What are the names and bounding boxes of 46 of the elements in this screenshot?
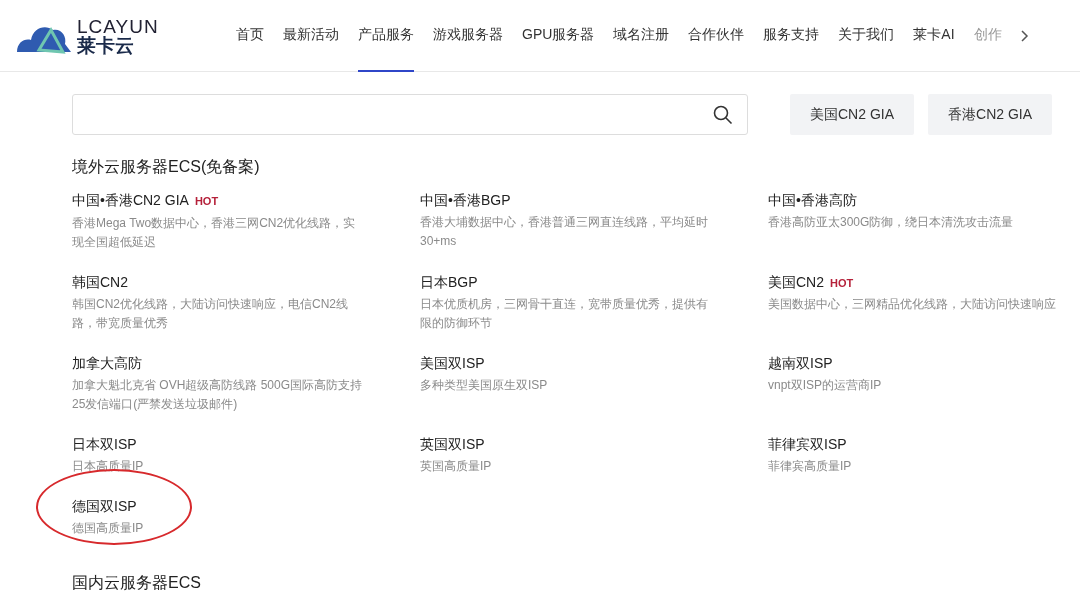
product-name[interactable]: 美国CN2 — [768, 272, 824, 291]
product-description: 日本优质机房，三网骨干直连，宽带质量优秀，提供有限的防御环节 — [420, 295, 709, 332]
nav-link[interactable]: 产品服务 — [358, 0, 414, 72]
section-title: 境外云服务器ECS(免备案) — [72, 157, 261, 177]
product-name[interactable]: 日本BGP — [420, 272, 478, 291]
product-description: 德国高质量IP — [72, 519, 145, 537]
product-name[interactable]: 韩国CN2 — [72, 272, 128, 291]
product-description: 韩国CN2优化线路，大陆访问快速响应，电信CN2线路，带宽质量优秀 — [72, 295, 349, 332]
product-name[interactable]: 加拿大高防 — [72, 353, 142, 372]
logo-text: 莱卡云 — [77, 35, 135, 55]
nav-link[interactable]: 服务支持 — [763, 0, 820, 72]
product-description: 英国高质量IP — [420, 457, 493, 475]
product-description: 多种类型美国原生双ISP — [420, 376, 549, 394]
product-name[interactable]: 中国•香港CN2 GIA — [72, 191, 189, 209]
nav-link[interactable]: 游戏服务器 — [433, 0, 503, 72]
product-name[interactable]: 日本双ISP — [72, 434, 137, 453]
search-field[interactable] — [72, 94, 748, 135]
chevron-right-icon[interactable] — [1020, 29, 1029, 42]
product-description: 加拿大魁北克省 OVH超级高防线路 500G国际高防支持25发信端口(严禁发送垃圾邮件) — [72, 376, 364, 413]
nav-link[interactable]: 首页 — [236, 0, 264, 72]
hot-tag: HOT — [194, 193, 219, 210]
product-name[interactable]: 中国•香港BGP — [420, 191, 511, 209]
nav-link[interactable]: 最新活动 — [283, 0, 339, 72]
product-name[interactable]: 英国双ISP — [420, 434, 485, 453]
nav-link[interactable]: 莱卡AI — [913, 0, 955, 72]
nav-link[interactable]: 合作伙伴 — [688, 0, 745, 72]
product-description: 菲律宾高质量IP — [768, 457, 853, 475]
hot-tag: HOT — [830, 274, 854, 291]
logo-text: LCAYUN — [77, 16, 159, 36]
nav-link[interactable]: 关于我们 — [838, 0, 895, 72]
product-name[interactable]: 中国•香港高防 — [768, 191, 857, 209]
product-description: 香港大埔数据中心，香港普通三网直连线路，平均延时30+ms — [420, 214, 709, 250]
product-description: 香港Mega Two数据中心，香港三网CN2优化线路，实现全国超低延迟 — [72, 214, 357, 251]
product-name[interactable]: 德国双ISP — [72, 496, 137, 515]
nav-link[interactable]: 域名注册 — [613, 0, 670, 72]
product-name[interactable]: 越南双ISP — [768, 353, 833, 372]
section-title: 国内云服务器ECS — [72, 572, 202, 593]
search-icon[interactable] — [713, 104, 733, 125]
product-description: vnpt双ISP的运营商IP — [768, 376, 883, 394]
product-description: 香港高防亚太300G防御，绕日本清洗攻击流量 — [768, 214, 1015, 231]
quick-link-button[interactable]: 香港CN2 GIA — [928, 94, 1053, 135]
product-name[interactable]: 美国双ISP — [420, 353, 485, 372]
nav-link[interactable]: GPU服务器 — [522, 0, 595, 72]
quick-link-button[interactable]: 美国CN2 GIA — [790, 94, 914, 135]
product-name[interactable]: 菲律宾双ISP — [768, 434, 847, 453]
product-description: 美国数据中心，三网精品优化线路，大陆访问快速响应 — [768, 296, 1057, 313]
